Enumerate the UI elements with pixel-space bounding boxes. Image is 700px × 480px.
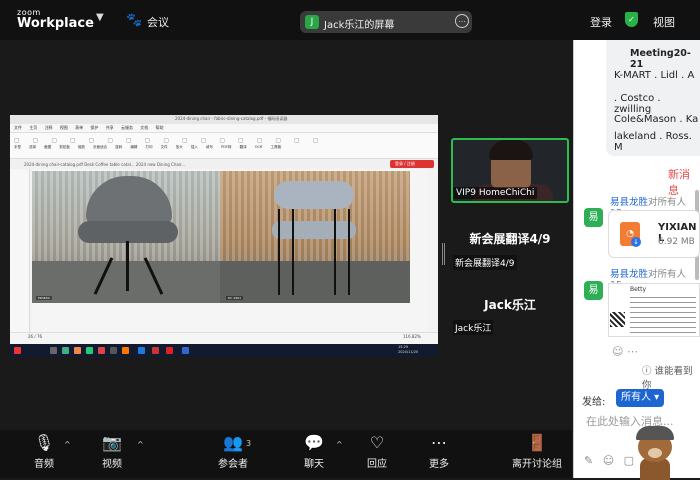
video-off-icon: 📷: [102, 433, 122, 452]
qr-code: [610, 312, 625, 327]
task-icon: [166, 347, 173, 354]
ribbon-labels: 手型 选择 截图 剪贴板 缩放 页面适合 旋转 编辑 打印 文件 放大 插入 填…: [14, 145, 281, 149]
security-shield-icon[interactable]: ✓: [625, 12, 638, 27]
panel-resize-handle[interactable]: [442, 243, 445, 265]
paw-icon[interactable]: 🐾: [126, 13, 142, 28]
sender-avatar: 易: [584, 281, 603, 300]
login-button[interactable]: 登录: [590, 14, 612, 30]
chat-input-tools[interactable]: ✎ ☺ ▢: [584, 454, 634, 467]
message-actions[interactable]: ☺ ⋯: [612, 345, 638, 358]
taskbar-clock: 15:29 2024/11/20: [398, 345, 419, 354]
zoom-level: 116.82%: [403, 334, 421, 339]
participants-button[interactable]: 👥 参会者: [206, 433, 260, 470]
participant-name: VIP9 HomeChiChi: [453, 187, 538, 199]
chevron-down-icon[interactable]: ▼: [96, 12, 104, 23]
task-icon: [50, 347, 57, 354]
video-button[interactable]: 📷 视频: [85, 433, 139, 470]
card-line: K-MART . Lidl . A: [614, 70, 695, 81]
gray-swivel-chair-photo: PR4650: [32, 171, 220, 303]
share-user-icon: J: [305, 15, 319, 29]
windows-taskbar: [10, 344, 438, 357]
photo1-label: PR4650: [36, 296, 52, 300]
meeting-label[interactable]: 会议: [147, 14, 169, 30]
task-icon: [122, 347, 129, 354]
shared-doc-tab-labels: 2024-dining chair-catalog.pdf Desk Coffe…: [24, 162, 186, 167]
page-indicator: 26 / 76: [28, 334, 43, 339]
video-options-caret[interactable]: ^: [137, 440, 144, 449]
task-icon: [86, 347, 93, 354]
task-icon: [152, 347, 159, 354]
task-icon: [62, 347, 69, 354]
participant-display-name: Jack乐江: [484, 298, 536, 312]
more-dots-icon: ⋯: [431, 433, 447, 452]
more-button[interactable]: ⋯ 更多: [412, 433, 466, 470]
people-icon: 👥: [223, 433, 243, 452]
audio-button[interactable]: 🎙 音频: [17, 433, 71, 470]
file-size: 6.92 MB: [658, 237, 695, 247]
brand-big: Workplace: [17, 16, 94, 31]
more-options-icon[interactable]: …: [455, 14, 469, 28]
blue-dining-chair-photo: DC 2901: [220, 171, 410, 303]
shared-login-label: 登录 / 注册: [395, 161, 415, 166]
microphone-icon: 🎙: [33, 433, 55, 452]
task-icon: [182, 347, 189, 354]
leave-breakout-button[interactable]: 🚪 离开讨论组: [510, 433, 564, 470]
business-card-text-lines: [630, 297, 696, 333]
task-icon: [110, 347, 117, 354]
card-line: . Costco . zwilling: [614, 93, 661, 115]
download-icon[interactable]: ↓: [631, 237, 641, 247]
sender-avatar: 易: [584, 208, 603, 227]
chat-options-caret[interactable]: ^: [336, 440, 343, 449]
send-to-dropdown[interactable]: 所有人 ▾: [616, 389, 664, 407]
zoom-workplace-logo[interactable]: zoom Workplace: [17, 9, 94, 31]
chat-icon: 💬: [304, 433, 324, 452]
task-icon: [74, 347, 81, 354]
shared-sidebar: [10, 169, 30, 332]
who-can-see[interactable]: ⓘ 谁能看到你: [642, 363, 700, 391]
windows-start-icon: [14, 347, 21, 354]
participants-count: 3: [246, 439, 252, 448]
business-card-name: Betty: [630, 286, 647, 293]
task-icon: [138, 347, 145, 354]
participant-name: 新会展翻译4/9: [453, 255, 517, 270]
card-line: lakeland . Ross. M: [614, 131, 692, 153]
shared-status-bar: [10, 332, 438, 344]
shared-window-title: 2024-dining chair - fabric-dining-catalo…: [175, 116, 288, 121]
shared-menu-items: 文件 主页 注释 视图 表单 保护 共享 云服务 文档 帮助: [14, 125, 164, 130]
view-button[interactable]: 视图: [653, 14, 675, 30]
audio-options-caret[interactable]: ^: [64, 440, 71, 449]
ribbon-icons: ▢▢▢▢▢▢▢▢▢▢▢▢▢▢▢▢▢: [14, 137, 332, 144]
chat-button[interactable]: 💬 聊天: [287, 433, 341, 470]
send-to-label: 发给:: [582, 397, 606, 408]
task-icon: [98, 347, 105, 354]
card-title: Meeting20-21: [630, 48, 691, 70]
bear-sticker: [630, 418, 680, 480]
photo2-label: DC 2901: [226, 296, 243, 300]
share-label: Jack乐江的屏幕: [324, 20, 395, 31]
card-line: Cole&Mason . Ka: [614, 114, 699, 125]
react-button[interactable]: ♡ 回应: [350, 433, 404, 470]
leave-door-icon: 🚪: [527, 433, 547, 452]
participant-display-name: 新会展翻译4/9: [469, 232, 551, 246]
participant-name: Jack乐江: [453, 320, 494, 335]
heart-icon: ♡: [369, 433, 385, 452]
